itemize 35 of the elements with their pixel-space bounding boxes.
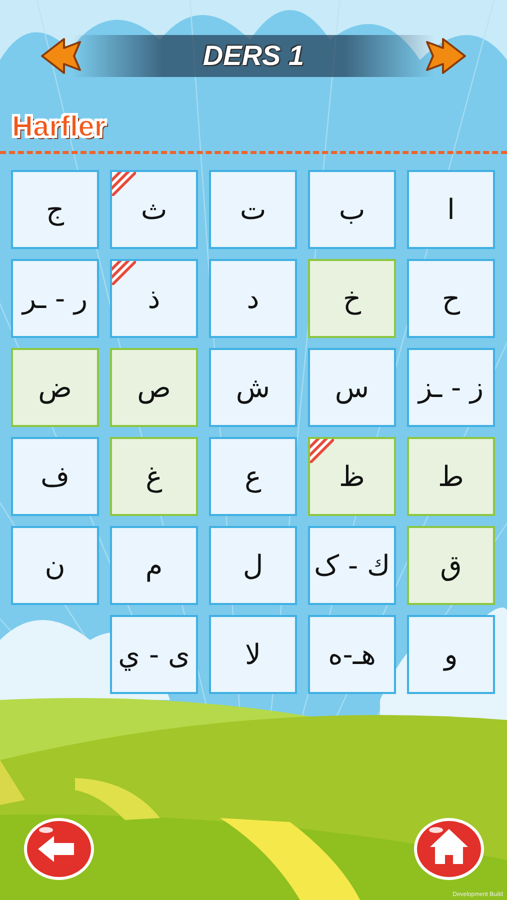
letter-tile[interactable]: ك - ک [308, 526, 396, 605]
letter-tile[interactable]: ب [308, 170, 396, 249]
letter-tile[interactable]: ث [110, 170, 198, 249]
letter-tile[interactable]: لا [209, 615, 297, 694]
letter-tile[interactable]: و [407, 615, 495, 694]
letter-tile[interactable]: ذ [110, 259, 198, 338]
letter-tile[interactable]: ش [209, 348, 297, 427]
letter-tile[interactable]: ظ [308, 437, 396, 516]
letter-tile[interactable]: د [209, 259, 297, 338]
letter-tile[interactable]: ز - ـز [407, 348, 495, 427]
letter-tile[interactable]: ى - ي [110, 615, 198, 694]
letter-tile[interactable]: هـ-ه [308, 615, 396, 694]
letter-tile[interactable]: خ [308, 259, 396, 338]
letter-tile[interactable]: ح [407, 259, 495, 338]
next-arrow-icon[interactable] [423, 36, 467, 76]
letter-tile[interactable]: ف [11, 437, 99, 516]
letter-tile[interactable]: غ [110, 437, 198, 516]
letter-tile[interactable]: س [308, 348, 396, 427]
letter-tile[interactable]: ا [407, 170, 495, 249]
letter-tile[interactable]: م [110, 526, 198, 605]
letter-tile[interactable]: ت [209, 170, 297, 249]
letter-tile[interactable]: ض [11, 348, 99, 427]
letter-tile[interactable]: ر - ـر [11, 259, 99, 338]
letter-tile[interactable]: ق [407, 526, 495, 605]
previous-arrow-icon[interactable] [40, 36, 84, 76]
letter-tile[interactable]: ط [407, 437, 495, 516]
letter-tile[interactable]: ج [11, 170, 99, 249]
letter-tile[interactable]: ن [11, 526, 99, 605]
letter-tile[interactable]: ع [209, 437, 297, 516]
lesson-title: DERS 1 [202, 40, 304, 72]
section-title: Harfler [12, 110, 106, 144]
letter-tile[interactable]: ل [209, 526, 297, 605]
letter-tile[interactable]: ص [110, 348, 198, 427]
back-button[interactable] [22, 816, 96, 882]
home-button[interactable] [412, 816, 486, 882]
